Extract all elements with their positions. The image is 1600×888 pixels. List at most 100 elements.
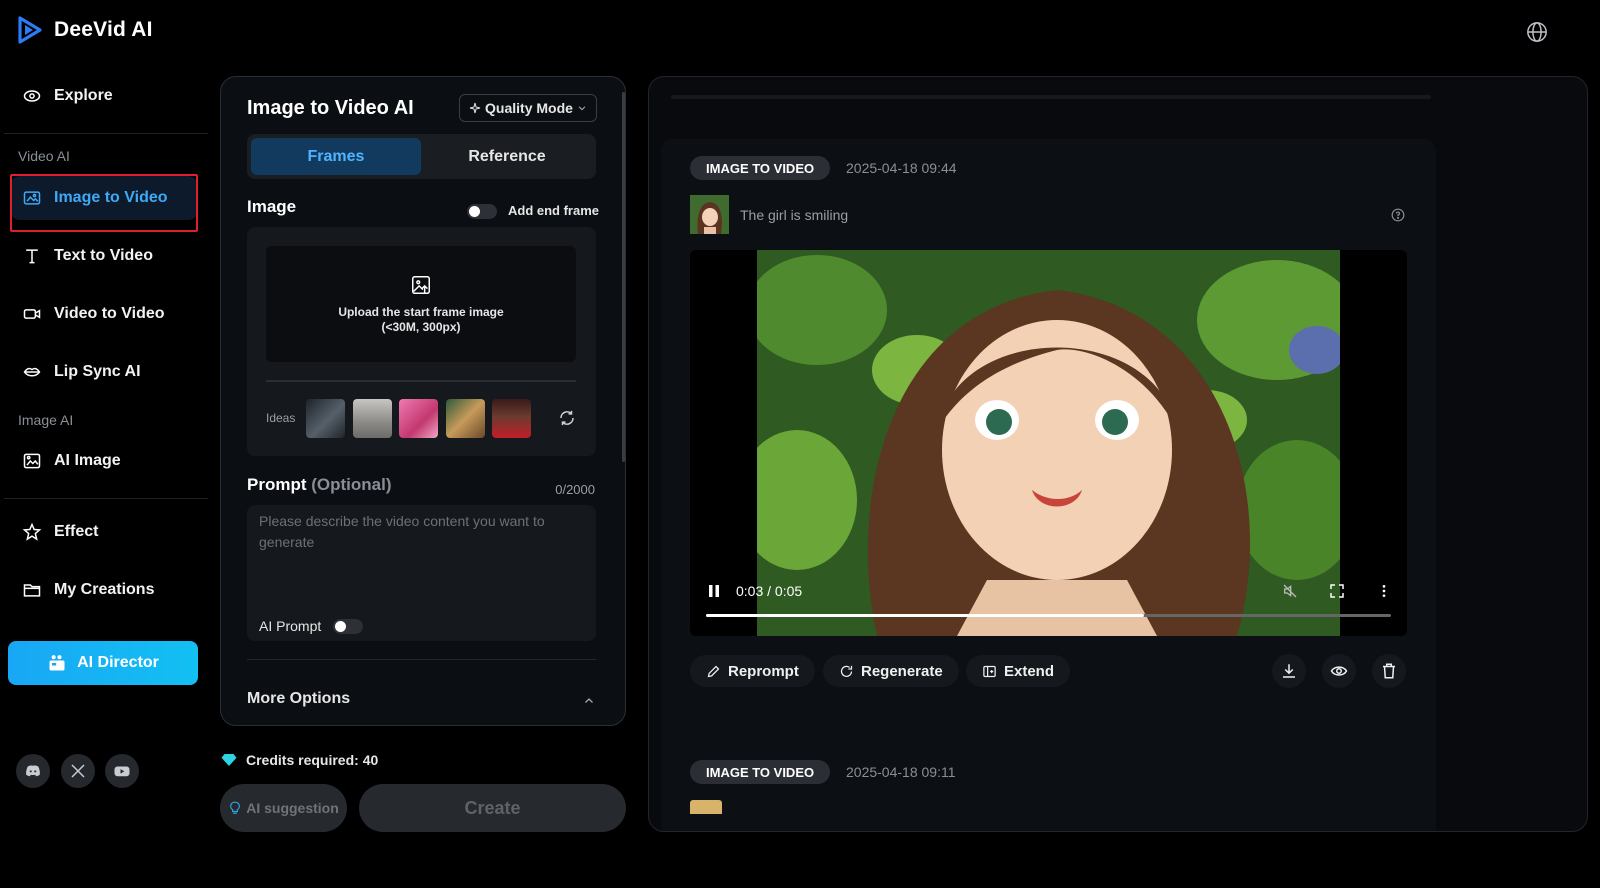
trash-icon	[1383, 663, 1395, 679]
app-name: DeeVid AI	[54, 18, 153, 41]
idea-thumbnail[interactable]	[492, 399, 531, 438]
pause-icon[interactable]	[708, 584, 720, 598]
panel-scrollbar[interactable]	[622, 92, 625, 462]
credits-info: Credits required: 40	[220, 752, 378, 768]
result-prompt: The girl is smiling	[740, 207, 849, 223]
prompt-placeholder: Please describe the video content you wa…	[259, 513, 545, 550]
sparkle-icon	[469, 102, 481, 114]
video-progress-fill	[706, 614, 1145, 617]
diamond-icon	[221, 754, 237, 766]
add-end-frame-toggle[interactable]	[467, 204, 497, 219]
upload-hint-line1: Upload the start frame image	[338, 305, 504, 319]
sidebar-item-video-to-video[interactable]: Video to Video	[10, 292, 198, 336]
sidebar-item-my-creations[interactable]: My Creations	[10, 568, 198, 612]
thumbnail-image	[690, 195, 729, 234]
lips-icon	[23, 367, 41, 377]
download-button[interactable]	[1272, 654, 1306, 688]
tab-frames[interactable]: Frames	[251, 138, 421, 175]
credits-text: Credits required: 40	[246, 752, 379, 768]
mute-icon[interactable]	[1282, 583, 1298, 599]
image-upload-area: Upload the start frame image (<30M, 300p…	[247, 227, 596, 456]
delete-button[interactable]	[1372, 654, 1406, 688]
results-top-bar	[671, 95, 1431, 99]
deevid-logo-icon	[18, 16, 42, 44]
discord-button[interactable]	[16, 754, 50, 788]
reprompt-button[interactable]: Reprompt	[690, 655, 815, 687]
sidebar-divider	[4, 498, 208, 499]
idea-thumbnail[interactable]	[353, 399, 392, 438]
ideas-label: Ideas	[266, 411, 296, 425]
folder-icon	[23, 584, 41, 597]
fullscreen-icon[interactable]	[1329, 583, 1345, 599]
ai-suggestion-label: AI suggestion	[246, 800, 339, 816]
sidebar-item-lip-sync[interactable]: Lip Sync AI	[10, 350, 198, 394]
create-button[interactable]: Create	[359, 784, 626, 832]
app-logo[interactable]: DeeVid AI	[16, 16, 153, 44]
generation-panel: Image to Video AI Quality Mode Frames Re…	[220, 76, 626, 726]
upload-image-icon	[412, 276, 430, 294]
extend-icon	[983, 665, 996, 677]
idea-thumbnail[interactable]	[399, 399, 438, 438]
sidebar-item-image-to-video[interactable]: Image to Video	[10, 174, 198, 232]
ai-prompt-toggle[interactable]	[333, 619, 363, 634]
image-icon	[23, 191, 41, 205]
idea-thumbnail[interactable]	[446, 399, 485, 438]
ai-director-label: AI Director	[77, 654, 159, 671]
refresh-icon	[840, 665, 853, 677]
source-image-thumbnail[interactable]	[690, 800, 722, 814]
ai-prompt-label: AI Prompt	[259, 618, 322, 634]
sidebar-item-ai-image[interactable]: AI Image	[10, 439, 198, 483]
regenerate-button[interactable]: Regenerate	[823, 655, 959, 687]
mode-tabs: Frames Reference	[247, 134, 596, 179]
prompt-optional-text: (Optional)	[311, 475, 392, 494]
more-options-toggle[interactable]: More Options	[247, 690, 350, 708]
extend-button[interactable]: Extend	[966, 655, 1071, 687]
sidebar-item-label: Text to Video	[54, 247, 153, 264]
prompt-label-text: Prompt	[247, 475, 307, 494]
video-time: 0:03 / 0:05	[736, 583, 803, 599]
upload-dropzone[interactable]: Upload the start frame image (<30M, 300p…	[266, 246, 576, 362]
view-button[interactable]	[1322, 654, 1356, 688]
idea-thumbnail[interactable]	[306, 399, 345, 438]
ai-director-button[interactable]: AI Director	[8, 641, 198, 685]
discord-icon	[26, 765, 40, 777]
help-icon[interactable]	[1391, 208, 1405, 222]
text-icon	[26, 249, 38, 264]
prompt-textarea[interactable]: Please describe the video content you wa…	[247, 505, 596, 641]
nav-explore[interactable]: Explore	[10, 74, 198, 118]
panel-divider	[247, 659, 596, 660]
sidebar-item-label: Video to Video	[54, 305, 165, 322]
prompt-label: Prompt (Optional)	[247, 475, 392, 495]
director-icon	[49, 655, 65, 671]
eye-icon	[1330, 666, 1348, 676]
upload-separator	[266, 380, 576, 382]
sidebar-divider	[4, 133, 208, 134]
explore-icon	[23, 90, 41, 102]
x-icon	[71, 764, 85, 778]
globe-icon[interactable]	[1526, 21, 1548, 43]
panel-title: Image to Video AI	[247, 97, 414, 119]
quality-mode-dropdown[interactable]: Quality Mode	[459, 94, 597, 122]
tab-reference[interactable]: Reference	[422, 138, 592, 175]
ai-suggestion-button[interactable]: AI suggestion	[220, 784, 347, 832]
video-progress-bar[interactable]	[706, 614, 1391, 617]
image-section-label: Image	[247, 197, 297, 216]
chevron-up-icon[interactable]	[583, 695, 595, 707]
prompt-char-count: 0/2000	[555, 482, 595, 497]
regenerate-label: Regenerate	[861, 662, 943, 680]
video-player[interactable]: 0:03 / 0:05	[690, 250, 1407, 636]
youtube-button[interactable]	[105, 754, 139, 788]
x-button[interactable]	[61, 754, 95, 788]
lightbulb-icon	[230, 801, 241, 814]
results-panel: IMAGE TO VIDEO 2025-04-18 09:44 The girl…	[648, 76, 1588, 832]
more-vertical-icon[interactable]	[1376, 583, 1392, 599]
sidebar-item-text-to-video[interactable]: Text to Video	[10, 234, 198, 278]
result-type-badge: IMAGE TO VIDEO	[690, 156, 831, 180]
result-date: 2025-04-18 09:11	[846, 764, 956, 780]
source-image-thumbnail[interactable]	[690, 195, 729, 234]
refresh-icon[interactable]	[558, 409, 576, 427]
sidebar-item-effect[interactable]: Effect	[10, 510, 198, 554]
extend-label: Extend	[1004, 662, 1055, 680]
sidebar-item-label: Lip Sync AI	[54, 363, 141, 380]
section-video-ai: Video AI	[18, 148, 70, 164]
